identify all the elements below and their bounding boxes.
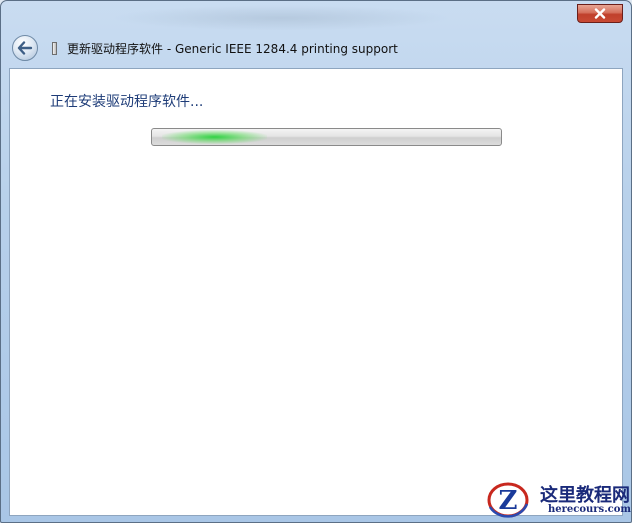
back-button[interactable] (12, 35, 38, 61)
glass-background (111, 5, 451, 31)
close-icon (594, 8, 606, 19)
progress-indicator (162, 130, 267, 144)
installer-window: 更新驱动程序软件 - Generic IEEE 1284.4 printing … (0, 0, 632, 523)
watermark: Z 这里教程网 herecours.com (484, 478, 632, 523)
svg-text:Z: Z (499, 486, 518, 516)
close-button[interactable] (577, 4, 623, 23)
watermark-site-url: herecours.com (548, 504, 632, 515)
device-icon (52, 42, 57, 55)
status-heading: 正在安装驱动程序软件... (50, 94, 204, 110)
content-panel: 正在安装驱动程序软件... (9, 68, 623, 516)
watermark-logo-icon: Z (487, 482, 529, 518)
navigation-bar: 更新驱动程序软件 - Generic IEEE 1284.4 printing … (9, 31, 623, 67)
back-arrow-icon (17, 41, 33, 55)
install-progress-bar (151, 128, 502, 146)
window-title: 更新驱动程序软件 - Generic IEEE 1284.4 printing … (67, 42, 398, 56)
